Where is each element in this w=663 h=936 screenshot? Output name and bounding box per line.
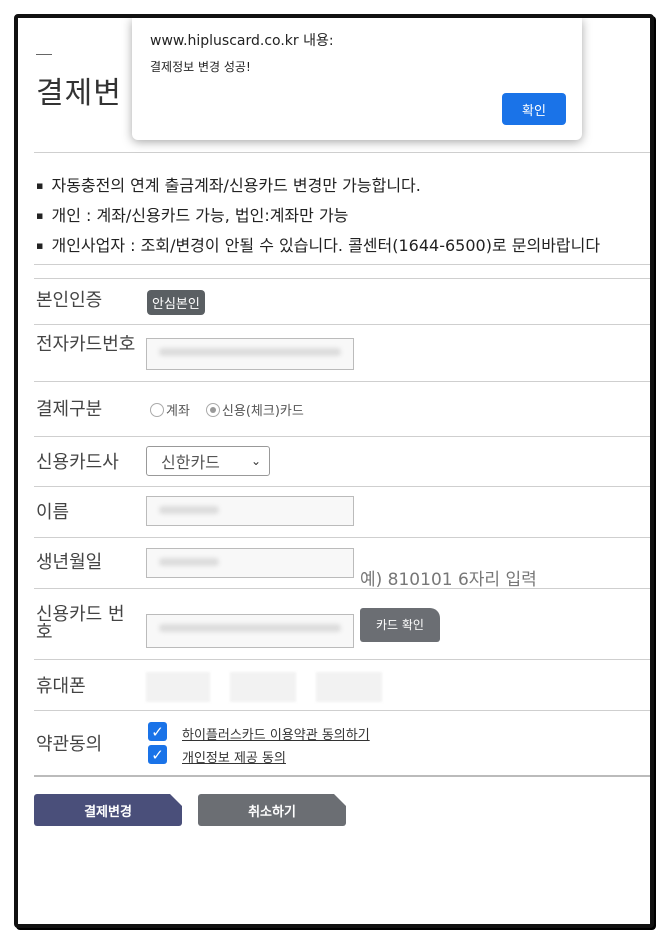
auth-badge[interactable]: 안심본인 xyxy=(147,290,205,315)
radio-label: 신용(체크)카드 xyxy=(221,404,304,419)
divider xyxy=(34,486,650,487)
radio-label: 계좌 xyxy=(166,404,190,419)
notice-item: 자동충전의 연계 출금계좌/신용카드 변경만 가능합니다. xyxy=(36,172,600,202)
credit-card-label: 신용카드 번호 xyxy=(36,604,125,643)
notice-item: 개인사업자 : 조회/변경이 안될 수 있습니다. 콜센터(1644-6500)… xyxy=(36,232,600,262)
cancel-button[interactable]: 취소하기 xyxy=(198,794,346,826)
terms-label: 약관동의 xyxy=(36,734,103,755)
radio-button[interactable] xyxy=(205,402,220,417)
browser-frame: 결제변 자동충전의 연계 출금계좌/신용카드 변경만 가능합니다. 개인 : 계… xyxy=(14,14,654,928)
divider xyxy=(34,278,650,279)
card-check-button[interactable]: 카드 확인 xyxy=(360,608,440,642)
auth-label: 본인인증 xyxy=(36,290,103,311)
page-title: 결제변 xyxy=(36,76,122,111)
divider xyxy=(34,264,650,265)
payment-type-radio-group: 계좌 신용(체크)카드 xyxy=(150,400,304,419)
title-rule xyxy=(36,54,52,55)
payment-type-label: 결제구분 xyxy=(36,399,103,420)
card-company-label: 신용카드사 xyxy=(36,452,119,473)
chevron-down-icon: ⌄ xyxy=(250,454,261,468)
card-number-field[interactable] xyxy=(146,338,354,370)
phone-last-field[interactable] xyxy=(316,672,382,702)
divider xyxy=(34,381,650,382)
alert-dialog: www.hipluscard.co.kr 내용: 결제정보 변경 성공! 확인 xyxy=(132,18,582,140)
birth-hint: 예) 810101 6자리 입력 xyxy=(360,570,537,590)
divider xyxy=(34,324,650,325)
divider xyxy=(34,152,650,153)
radio-credit-card[interactable]: 신용(체크)카드 xyxy=(205,400,304,419)
divider xyxy=(34,775,650,777)
divider xyxy=(34,710,650,711)
divider xyxy=(34,588,650,589)
divider xyxy=(34,436,650,437)
birth-field[interactable] xyxy=(146,548,354,578)
phone-middle-field[interactable] xyxy=(230,672,296,702)
notice-item: 개인 : 계좌/신용카드 가능, 법인:계좌만 가능 xyxy=(36,202,600,232)
divider xyxy=(34,659,650,660)
card-company-select[interactable]: 신한카드 ⌄ xyxy=(146,446,270,476)
phone-label: 휴대폰 xyxy=(36,676,86,697)
dialog-ok-button[interactable]: 확인 xyxy=(502,93,566,125)
privacy-link[interactable]: 개인정보 제공 동의 xyxy=(182,747,286,766)
dialog-message: 결제정보 변경 성공! xyxy=(150,60,251,74)
name-label: 이름 xyxy=(36,502,70,523)
divider xyxy=(34,537,650,538)
notice-list: 자동충전의 연계 출금계좌/신용카드 변경만 가능합니다. 개인 : 계좌/신용… xyxy=(36,172,600,262)
radio-account[interactable]: 계좌 xyxy=(150,400,190,419)
card-number-label: 전자카드번호 xyxy=(36,334,136,355)
terms-link[interactable]: 하이플러스카드 이용약관 동의하기 xyxy=(182,724,370,743)
submit-button[interactable]: 결제변경 xyxy=(34,794,182,826)
radio-button[interactable] xyxy=(150,402,164,417)
name-field[interactable] xyxy=(146,496,354,526)
credit-card-field[interactable] xyxy=(146,614,354,648)
terms-checkbox[interactable]: ✓ xyxy=(148,722,167,741)
privacy-checkbox[interactable]: ✓ xyxy=(148,745,167,764)
birth-label: 생년월일 xyxy=(36,552,103,573)
select-value: 신한카드 xyxy=(161,453,220,472)
dialog-title: www.hipluscard.co.kr 내용: xyxy=(150,33,334,49)
phone-prefix-field[interactable] xyxy=(146,672,210,702)
